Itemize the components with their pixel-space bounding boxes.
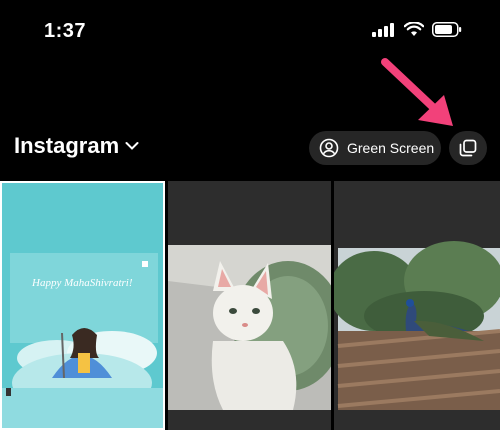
wifi-icon <box>404 22 424 36</box>
chevron-down-icon <box>125 142 139 150</box>
album-selector[interactable]: Instagram <box>14 133 139 159</box>
photo-grid: Happy MahaShivratri! <box>0 181 500 430</box>
thumbnail-image: Happy MahaShivratri! <box>2 183 163 428</box>
status-time: 1:37 <box>44 20 87 42</box>
photo-thumbnail[interactable] <box>168 181 331 430</box>
person-icon <box>319 138 339 158</box>
signal-icon <box>372 22 394 37</box>
select-multiple-icon <box>459 139 477 157</box>
photo-thumbnail[interactable]: Happy MahaShivratri! <box>0 181 165 430</box>
select-multiple-button[interactable] <box>449 131 487 165</box>
green-screen-label: Green Screen <box>347 140 435 156</box>
battery-icon <box>432 22 462 37</box>
album-title: Instagram <box>14 133 120 158</box>
thumbnail-image <box>334 181 500 430</box>
status-icons <box>372 22 462 37</box>
thumbnail-caption: Happy MahaShivratri! <box>31 277 133 289</box>
green-screen-button[interactable]: Green Screen <box>309 131 441 165</box>
thumbnail-image <box>168 181 331 430</box>
photo-thumbnail[interactable] <box>334 181 500 430</box>
